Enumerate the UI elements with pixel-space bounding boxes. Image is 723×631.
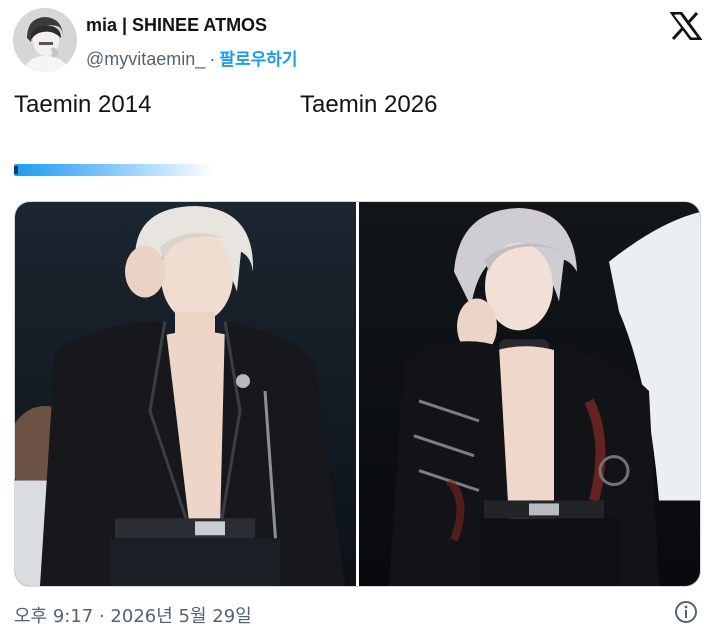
follow-button[interactable]: 팔로우하기 <box>219 50 297 70</box>
photo-right[interactable] <box>359 202 700 586</box>
media-grid <box>14 201 701 587</box>
tweet-text-left: Taemin 2014 <box>14 91 152 118</box>
display-name[interactable]: mia | SHINEE ATMOS <box>86 15 267 36</box>
avatar[interactable] <box>13 8 77 72</box>
tweet-card: mia | SHINEE ATMOS @myvitaemin_ · 팔로우하기 Ta… <box>0 0 723 631</box>
info-icon[interactable] <box>674 600 698 624</box>
handle-row: @myvitaemin_ · 팔로우하기 <box>86 45 298 70</box>
loading-bar <box>14 164 214 176</box>
tweet-text-right: Taemin 2026 <box>300 91 438 118</box>
loading-bar-tip <box>14 166 18 174</box>
x-logo-icon[interactable] <box>670 12 702 40</box>
timestamp[interactable]: 오후 9:17 · 2026년 5월 29일 <box>14 602 252 628</box>
user-handle[interactable]: @myvitaemin_ <box>86 49 205 69</box>
separator-dot: · <box>209 49 216 69</box>
photo-left[interactable] <box>15 202 356 586</box>
